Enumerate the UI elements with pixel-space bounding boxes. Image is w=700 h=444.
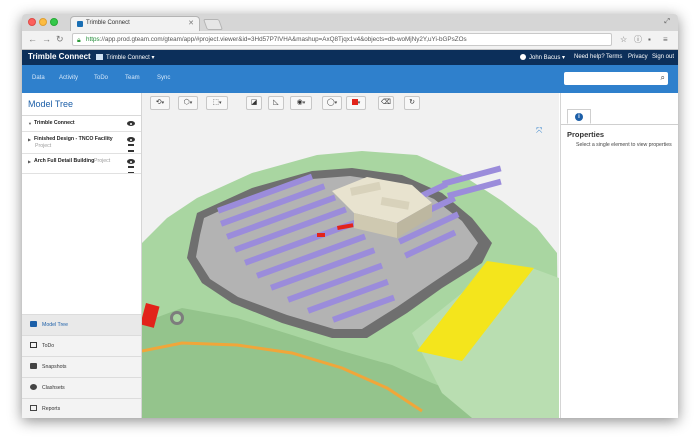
visibility-eye-icon[interactable] [127, 159, 135, 164]
reset-view-button[interactable]: ↻ [404, 96, 420, 110]
search-input[interactable]: ⌕ [564, 72, 668, 85]
markup-tool-button[interactable]: ◯▾ [322, 96, 342, 110]
tab-close-icon[interactable]: ✕ [188, 19, 194, 27]
address-bar-row: ← → ↻ 🔒︎ https://app.prod.gteam.com/gtea… [22, 31, 678, 50]
sign-out-link[interactable]: Sign out [652, 54, 674, 60]
section-tool-button[interactable]: ◪ [246, 96, 262, 110]
properties-hint: Select a single element to view properti… [576, 142, 672, 148]
need-help-link[interactable]: Need help? [574, 54, 605, 60]
search-icon[interactable]: ⌕ [661, 73, 665, 83]
nav-data[interactable]: Data [32, 75, 45, 81]
viewer-toolbar: ⟲▾ ⬡▾ ⬚▾ ◪ ◺ ◉▾ ◯▾ ▾ ⌫ ↻ [146, 96, 556, 112]
fullscreen-icon[interactable]: ⤧ [536, 126, 542, 136]
tree-item-finished-design[interactable]: ▶ Finished Design - TNCO Facility Projec… [22, 136, 141, 152]
panel-reports[interactable]: Reports [22, 398, 141, 418]
view-cube-button[interactable]: ⬡▾ [178, 96, 198, 110]
3d-viewer[interactable]: ⟲▾ ⬡▾ ⬚▾ ◪ ◺ ◉▾ ◯▾ ▾ ⌫ ↻ ⤧ [142, 93, 559, 418]
tree-item-arch-full-detail[interactable]: ▶ Arch Full Detail Building Project [22, 158, 141, 174]
close-window-button[interactable] [28, 18, 36, 26]
camera-icon [30, 363, 37, 369]
reload-icon[interactable]: ↻ [56, 34, 64, 45]
forward-arrow-icon[interactable]: → [42, 34, 51, 45]
folder-icon [30, 321, 37, 327]
divider [22, 173, 141, 174]
nav-sync[interactable]: Sync [157, 75, 170, 81]
maximize-window-button[interactable] [50, 18, 58, 26]
browser-tab[interactable]: Trimble Connect ✕ [70, 16, 200, 31]
trimble-connect-logo[interactable]: Trimble Connect [28, 52, 91, 61]
url-bar[interactable]: 🔒︎ https://app.prod.gteam.com/gteam/app/… [72, 33, 612, 46]
trimble-favicon-icon [77, 21, 83, 27]
nav-team[interactable]: Team [125, 75, 140, 81]
model-tree-panel: Model Tree ▼ Trimble Connect ▶ Finished … [22, 93, 142, 418]
new-tab-button[interactable] [202, 19, 224, 30]
panel-snapshots[interactable]: Snapshots [22, 356, 141, 377]
tree-item-trimble-connect[interactable]: ▼ Trimble Connect [22, 120, 141, 130]
star-icon[interactable]: ☆ [620, 35, 627, 45]
info-icon: i [575, 113, 583, 121]
site-model-canvas[interactable] [142, 93, 559, 418]
extension-icon[interactable]: ▪ [648, 35, 651, 45]
roundabout-center [173, 314, 181, 322]
red-marker [317, 233, 325, 237]
checkbox-icon [30, 342, 37, 348]
visibility-eye-icon[interactable] [127, 121, 135, 126]
clear-markup-button[interactable]: ⌫ [378, 96, 394, 110]
panel-todo[interactable]: ToDo [22, 335, 141, 356]
nav-activity[interactable]: Activity [59, 75, 78, 81]
restore-window-icon[interactable]: ⤢ [664, 18, 670, 26]
user-menu[interactable]: John Bacus ▾ [520, 54, 565, 61]
measure-tool-button[interactable]: ◺ [268, 96, 284, 110]
back-arrow-icon[interactable]: ← [28, 34, 37, 45]
project-selector[interactable]: Trimble Connect ▾ [96, 54, 154, 61]
building-icon [96, 54, 103, 60]
tab-strip: Trimble Connect ✕ ⤢ [22, 14, 678, 32]
menu-icon[interactable]: ≡ [663, 35, 668, 45]
browser-window: Trimble Connect ✕ ⤢ ← → ↻ 🔒︎ https://app… [22, 14, 678, 418]
visibility-eye-icon[interactable] [127, 137, 135, 142]
select-tool-button[interactable]: ⬚▾ [206, 96, 228, 110]
panel-clashsets[interactable]: Clashsets [22, 377, 141, 398]
clash-icon [30, 384, 37, 390]
divider [22, 115, 141, 116]
properties-title: Properties [567, 130, 605, 139]
panel-model-tree[interactable]: Model Tree [22, 314, 141, 335]
info-icon[interactable]: ⓘ [634, 35, 642, 45]
tab-title: Trimble Connect [86, 20, 130, 26]
color-picker-button[interactable]: ▾ [346, 96, 366, 110]
properties-tabs: i [561, 109, 678, 125]
app-header: Trimble Connect Trimble Connect ▾ John B… [22, 50, 678, 65]
divider [22, 131, 141, 132]
section-nav: Data Activity ToDo Team Sync ⌕ [22, 65, 678, 93]
url-text: https://app.prod.gteam.com/gteam/app/#pr… [86, 36, 467, 43]
divider [22, 153, 141, 154]
panel-title: Model Tree [28, 99, 74, 109]
minimize-window-button[interactable] [39, 18, 47, 26]
nav-todo[interactable]: ToDo [94, 75, 108, 81]
privacy-link[interactable]: Privacy [628, 54, 648, 60]
properties-panel: i Properties Select a single element to … [560, 93, 678, 418]
expand-arrow-icon[interactable]: ▶ [28, 137, 31, 142]
tab-info[interactable]: i [567, 109, 591, 124]
orbit-tool-button[interactable]: ⟲▾ [150, 96, 170, 110]
layers-tool-button[interactable]: ◉▾ [290, 96, 312, 110]
model-users-icon [128, 144, 134, 152]
user-icon [520, 54, 526, 60]
expand-arrow-icon[interactable]: ▶ [28, 159, 31, 164]
lock-icon: 🔒︎ [77, 37, 81, 44]
document-icon [30, 405, 37, 411]
collapse-arrow-icon[interactable]: ▼ [28, 121, 32, 126]
terms-link[interactable]: Terms [606, 54, 622, 60]
